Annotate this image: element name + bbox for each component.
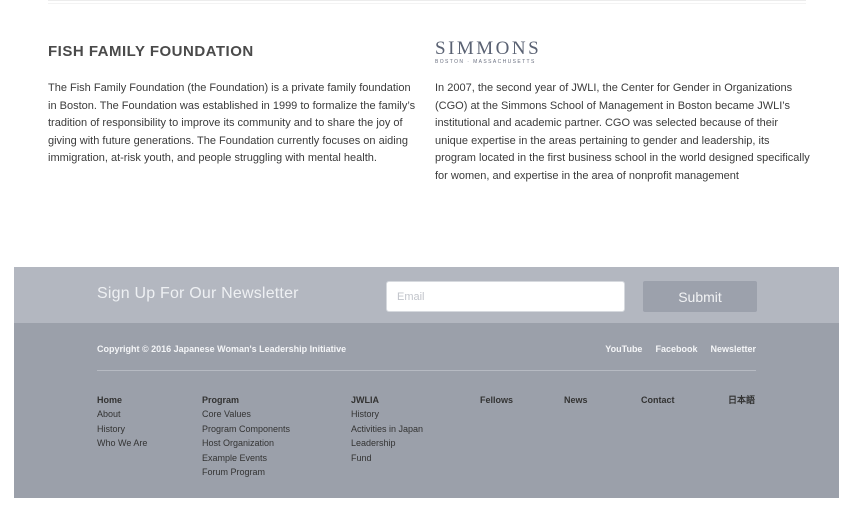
simmons-description: In 2007, the second year of JWLI, the Ce…	[435, 82, 810, 182]
footer-col-home: Home About History Who We Are	[97, 393, 147, 451]
footer-col-contact: Contact	[641, 393, 675, 407]
footer-link-fellows[interactable]: Fellows	[480, 393, 513, 407]
footer-link-japanese[interactable]: 日本語	[728, 393, 755, 407]
simmons-logo-subtitle: BOSTON · MASSACHUSETTS	[435, 59, 536, 65]
simmons-logo: SIMMONS BOSTON · MASSACHUSETTS	[435, 38, 810, 80]
simmons-section: SIMMONS BOSTON · MASSACHUSETTS In 2007, …	[435, 38, 810, 186]
footer-divider	[97, 370, 756, 371]
top-divider	[48, 0, 806, 4]
footer-link-activities-in-japan[interactable]: Activities in Japan	[351, 422, 423, 437]
footer-col-news: News	[564, 393, 588, 407]
newsletter-title: Sign Up For Our Newsletter	[97, 285, 299, 302]
footer-col-fellows: Fellows	[480, 393, 513, 407]
fish-family-foundation-title: FISH FAMILY FOUNDATION	[48, 43, 254, 60]
social-links: YouTube Facebook Newsletter	[605, 344, 756, 354]
newsletter-bar: Sign Up For Our Newsletter Submit	[14, 267, 839, 323]
footer-col-jwlia: JWLIA History Activities in Japan Leader…	[351, 393, 423, 465]
newsletter-link[interactable]: Newsletter	[710, 344, 756, 354]
footer-link-contact[interactable]: Contact	[641, 393, 675, 407]
footer-link-forum-program[interactable]: Forum Program	[202, 465, 290, 480]
footer-link-core-values[interactable]: Core Values	[202, 407, 290, 422]
footer-link-example-events[interactable]: Example Events	[202, 451, 290, 466]
facebook-link[interactable]: Facebook	[655, 344, 697, 354]
footer-link-jwlia-history[interactable]: History	[351, 407, 423, 422]
footer-nav: Home About History Who We Are Program Co…	[97, 393, 756, 493]
footer-link-about[interactable]: About	[97, 407, 147, 422]
fish-family-foundation-section: FISH FAMILY FOUNDATION The Fish Family F…	[48, 40, 420, 168]
footer-link-home[interactable]: Home	[97, 393, 147, 407]
footer-link-program-components[interactable]: Program Components	[202, 422, 290, 437]
copyright-text: Copyright © 2016 Japanese Woman's Leader…	[97, 344, 347, 354]
footer-link-who-we-are[interactable]: Who We Are	[97, 436, 147, 451]
footer-link-host-organization[interactable]: Host Organization	[202, 436, 290, 451]
footer-link-fund[interactable]: Fund	[351, 451, 423, 466]
footer-link-history[interactable]: History	[97, 422, 147, 437]
newsletter-submit-button[interactable]: Submit	[643, 281, 757, 312]
newsletter-email-input[interactable]	[386, 281, 625, 312]
footer-col-program: Program Core Values Program Components H…	[202, 393, 290, 480]
footer-link-jwlia[interactable]: JWLIA	[351, 393, 423, 407]
fish-family-foundation-description: The Fish Family Foundation (the Foundati…	[48, 82, 416, 165]
footer-col-japanese: 日本語	[728, 393, 755, 407]
footer-link-news[interactable]: News	[564, 393, 588, 407]
footer-link-leadership[interactable]: Leadership	[351, 436, 423, 451]
footer-link-program[interactable]: Program	[202, 393, 290, 407]
youtube-link[interactable]: YouTube	[605, 344, 642, 354]
simmons-logo-name: SIMMONS	[435, 38, 542, 59]
site-footer: Copyright © 2016 Japanese Woman's Leader…	[14, 323, 839, 498]
